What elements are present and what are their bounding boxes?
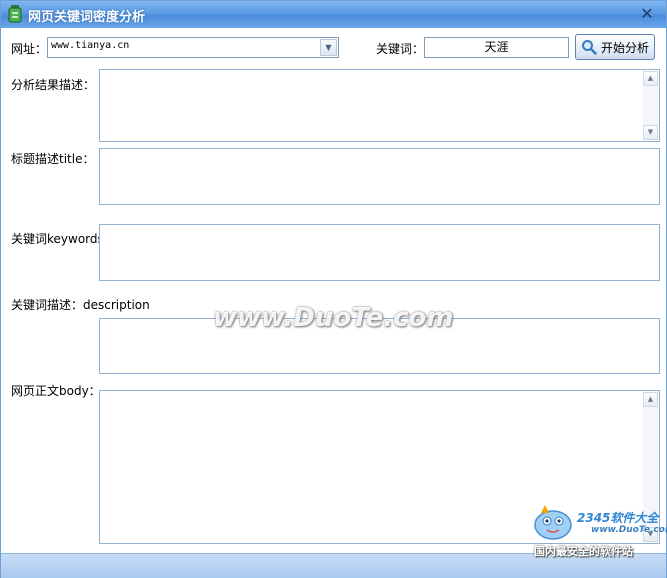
field-label-body: 网页正文body： xyxy=(11,384,101,398)
close-icon[interactable]: ✕ xyxy=(639,6,655,22)
watermark-site: www.DuoTe.com xyxy=(591,525,667,535)
result-scrollbar[interactable]: ▲ ▼ xyxy=(643,71,658,140)
watermark-brand: 2345软件大全 xyxy=(577,511,659,525)
url-combobox[interactable]: www.tianya.cn ▼ xyxy=(47,37,339,58)
chevron-down-icon[interactable]: ▼ xyxy=(320,39,337,56)
field-label-description: 关键词描述：description xyxy=(11,298,150,312)
watermark-slogan: 国内最安全的软件站 xyxy=(534,545,633,558)
magnifier-icon xyxy=(582,40,597,55)
title-textarea[interactable] xyxy=(99,148,660,205)
scroll-down-icon[interactable]: ▼ xyxy=(643,125,658,140)
scroll-up-icon[interactable]: ▲ xyxy=(643,392,658,407)
field-label-result: 分析结果描述： xyxy=(11,78,96,92)
window-title: 网页关键词密度分析 xyxy=(28,10,146,25)
watermark-logo: 2345软件大全 www.DuoTe.com 国内最安全的软件站 xyxy=(529,501,667,561)
app-icon xyxy=(8,5,22,23)
start-analysis-label: 开始分析 xyxy=(601,41,650,55)
url-value: www.tianya.cn xyxy=(51,40,130,51)
field-label-keywords: 关键词keywords xyxy=(11,232,104,246)
keyword-input[interactable]: 天涯 xyxy=(424,37,569,58)
result-textarea[interactable]: ▲ ▼ xyxy=(99,69,660,142)
scroll-up-icon[interactable]: ▲ xyxy=(643,71,658,86)
url-label: 网址： xyxy=(11,42,48,56)
field-label-title: 标题描述title： xyxy=(11,152,95,166)
app-window: 网页关键词密度分析 ✕ 网址： www.tianya.cn ▼ 关键词： 天涯 … xyxy=(0,0,667,578)
keywords-textarea[interactable] xyxy=(99,224,660,281)
watermark-text: www.DuoTe.com xyxy=(213,303,454,333)
start-analysis-button[interactable]: 开始分析 xyxy=(575,34,655,60)
main-panel: 网址： www.tianya.cn ▼ 关键词： 天涯 开始分析 分析结果描述：… xyxy=(1,28,666,553)
mascot-icon xyxy=(534,505,572,540)
keyword-label: 关键词： xyxy=(376,42,425,56)
title-bar[interactable]: 网页关键词密度分析 ✕ xyxy=(1,1,666,28)
